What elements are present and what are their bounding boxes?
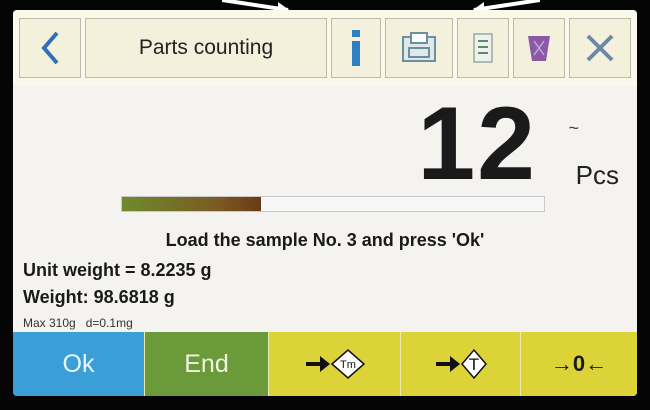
progress-fill	[122, 197, 262, 211]
capacity-info: Max 310g d=0.1mg	[23, 316, 133, 330]
close-icon	[586, 34, 614, 62]
weight-readout: Weight: 98.6818 g	[23, 287, 175, 307]
tare-button[interactable]: T	[401, 332, 521, 396]
tare-label: T	[468, 355, 478, 374]
list-button[interactable]	[457, 18, 509, 78]
page-title: Parts counting	[85, 18, 327, 78]
zero-button[interactable]: →0←	[521, 332, 637, 396]
print-button[interactable]	[385, 18, 453, 78]
list-icon	[473, 33, 493, 63]
unit-weight-readout: Unit weight = 8.2235 g	[23, 260, 212, 280]
count-unit: Pcs	[575, 160, 619, 190]
ok-button[interactable]: Ok	[13, 332, 145, 396]
tare-memory-icon: Tm	[305, 349, 365, 379]
print-icon	[402, 32, 436, 62]
chevron-left-icon	[41, 31, 59, 65]
function-key-bar: Ok End Tm T →0←	[13, 332, 637, 396]
info-button[interactable]	[331, 18, 381, 78]
max-capacity: Max 310g	[23, 316, 76, 330]
scale-screen: Parts counting 12 ~ Pcs Load the sample …	[13, 10, 637, 396]
piece-count-value: 12	[417, 86, 537, 202]
stability-indicator: ~	[568, 118, 579, 138]
instruction-text: Load the sample No. 3 and press 'Ok'	[165, 230, 485, 250]
tare-memory-button[interactable]: Tm	[269, 332, 401, 396]
top-bar: Parts counting	[13, 10, 637, 86]
info-icon	[352, 30, 360, 66]
tare-memory-label: Tm	[340, 359, 356, 371]
trash-button[interactable]	[513, 18, 565, 78]
zero-label: →0←	[550, 351, 608, 376]
back-button[interactable]	[19, 18, 81, 78]
trash-icon	[528, 36, 550, 61]
end-button[interactable]: End	[145, 332, 269, 396]
readability: d=0.1mg	[85, 316, 133, 330]
sample-progress-bar	[121, 196, 545, 212]
close-button[interactable]	[569, 18, 631, 78]
tare-icon: T	[435, 348, 487, 380]
